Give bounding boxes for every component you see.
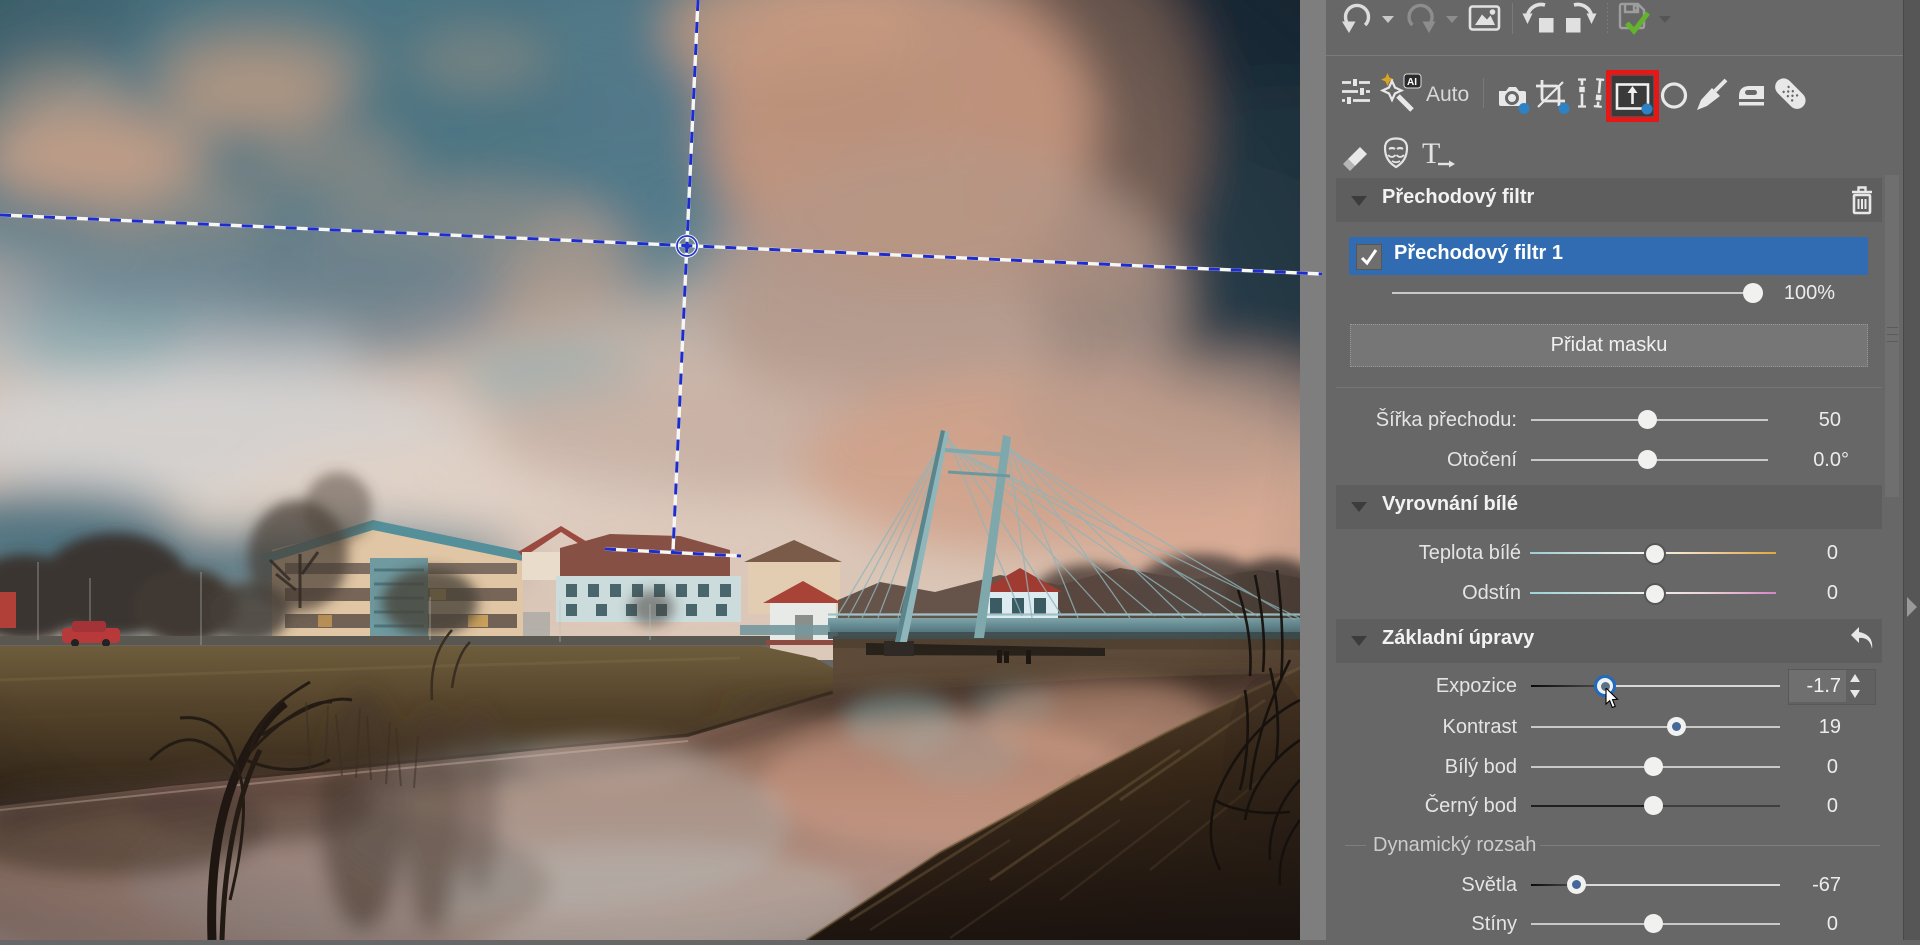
- svg-text:AI: AI: [1407, 77, 1417, 88]
- svg-text:Auto: Auto: [1426, 83, 1469, 106]
- svg-text:T: T: [1422, 137, 1440, 170]
